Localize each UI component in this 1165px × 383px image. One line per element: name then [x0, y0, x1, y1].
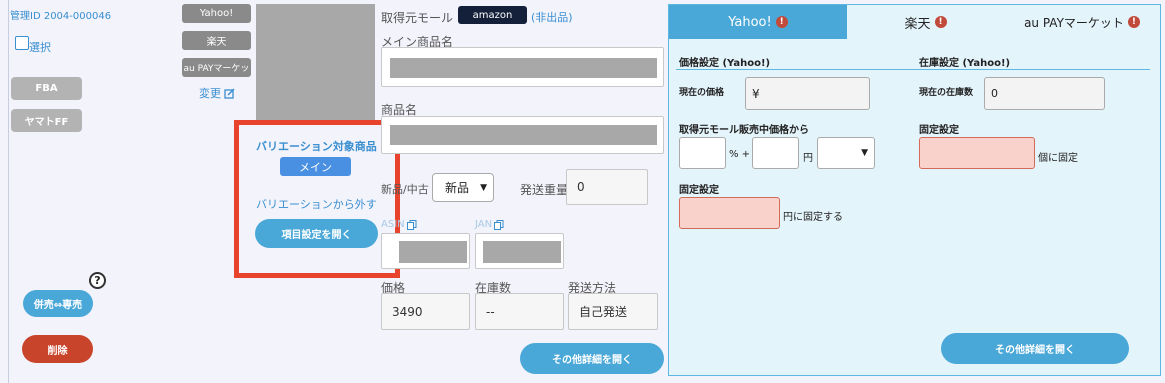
current-price-label: 現在の価格: [679, 88, 725, 98]
fixed-price-label: 固定設定: [679, 185, 719, 196]
asin-label: ASIN: [381, 219, 417, 230]
percent-input[interactable]: [679, 137, 726, 169]
help-icon[interactable]: ?: [89, 272, 106, 289]
mall-aupay-button[interactable]: au PAYマーケッ: [182, 58, 251, 77]
select-checkbox[interactable]: [15, 36, 29, 50]
fixed-price-input[interactable]: [679, 197, 780, 229]
chevron-down-icon: ▼: [480, 182, 487, 193]
tab-rakuten[interactable]: 楽天!: [847, 5, 1004, 39]
condition-select[interactable]: 新品 ▼: [432, 173, 494, 202]
fixed-stock-label: 固定設定: [919, 125, 959, 136]
weight-label: 発送重量: [520, 183, 569, 197]
change-label: 変更: [199, 87, 221, 100]
fixed-stock-input[interactable]: [919, 137, 1035, 169]
shipping-input[interactable]: 自己発送: [568, 293, 658, 330]
asin-input[interactable]: [381, 233, 470, 269]
jan-label: JAN: [475, 219, 504, 230]
yen-add-input[interactable]: [752, 137, 799, 169]
management-id: 管理ID 2004-000046: [10, 11, 112, 22]
current-stock-label: 現在の在庫数: [919, 88, 974, 98]
fixed-stock-suffix: 個に固定: [1038, 153, 1078, 164]
edit-icon: [224, 87, 235, 99]
product-image: [256, 4, 375, 121]
other-details-button[interactable]: その他詳細を開く: [520, 343, 664, 374]
yen-label: 円: [803, 153, 813, 164]
current-stock-input[interactable]: 0: [984, 77, 1105, 110]
product-name-input[interactable]: [381, 116, 664, 154]
panel-other-details-button[interactable]: その他詳細を開く: [941, 333, 1129, 364]
open-settings-button[interactable]: 項目設定を開く: [255, 219, 378, 248]
stock-input[interactable]: --: [475, 293, 564, 330]
left-divider: [8, 0, 9, 383]
fixed-price-suffix: 円に固定する: [783, 212, 843, 223]
yamato-ff-button[interactable]: ヤマトFF: [11, 109, 82, 132]
price-setting-heading: 価格設定 (Yahoo!): [679, 58, 771, 69]
not-listed-label: (非出品): [531, 11, 573, 24]
warning-icon: !: [934, 16, 947, 28]
select-label: 選択: [29, 41, 51, 54]
delete-button[interactable]: 削除: [22, 335, 93, 363]
from-source-label: 取得元モール販売中価格から: [679, 125, 809, 136]
condition-value: 新品: [445, 181, 470, 195]
toggle-sale-button[interactable]: 併売⇔専売: [23, 290, 93, 317]
weight-input[interactable]: 0: [566, 169, 648, 205]
adjust-select[interactable]: ▼: [817, 137, 875, 169]
current-price-input[interactable]: ¥: [745, 77, 870, 110]
panel-divider: [676, 69, 1150, 70]
fba-button[interactable]: FBA: [11, 77, 82, 100]
variation-title: バリエーション対象商品: [256, 140, 377, 153]
warning-icon: !: [775, 16, 788, 28]
copy-icon[interactable]: [406, 219, 417, 230]
chevron-down-icon: ▼: [861, 148, 868, 158]
remove-variation-link[interactable]: バリエーションから外す: [256, 196, 377, 212]
stock-setting-heading: 在庫設定 (Yahoo!): [919, 58, 1011, 69]
tab-aupay[interactable]: au PAYマーケット!: [1004, 5, 1160, 39]
percent-plus-label: % +: [729, 149, 751, 160]
jan-input[interactable]: [475, 233, 564, 269]
warning-icon: !: [1127, 16, 1140, 28]
mall-yahoo-button[interactable]: Yahoo!: [182, 4, 251, 23]
source-mall-badge: amazon: [458, 6, 527, 24]
condition-label: 新品/中古: [381, 183, 429, 196]
change-link[interactable]: 変更: [199, 85, 235, 101]
copy-icon[interactable]: [494, 219, 504, 230]
mall-rakuten-button[interactable]: 楽天: [182, 31, 251, 50]
main-badge: メイン: [280, 157, 351, 176]
main-name-input[interactable]: [381, 47, 664, 87]
price-input[interactable]: 3490: [381, 293, 470, 330]
tab-yahoo[interactable]: Yahoo!!: [669, 5, 847, 39]
source-mall-label: 取得元モール: [381, 11, 454, 25]
